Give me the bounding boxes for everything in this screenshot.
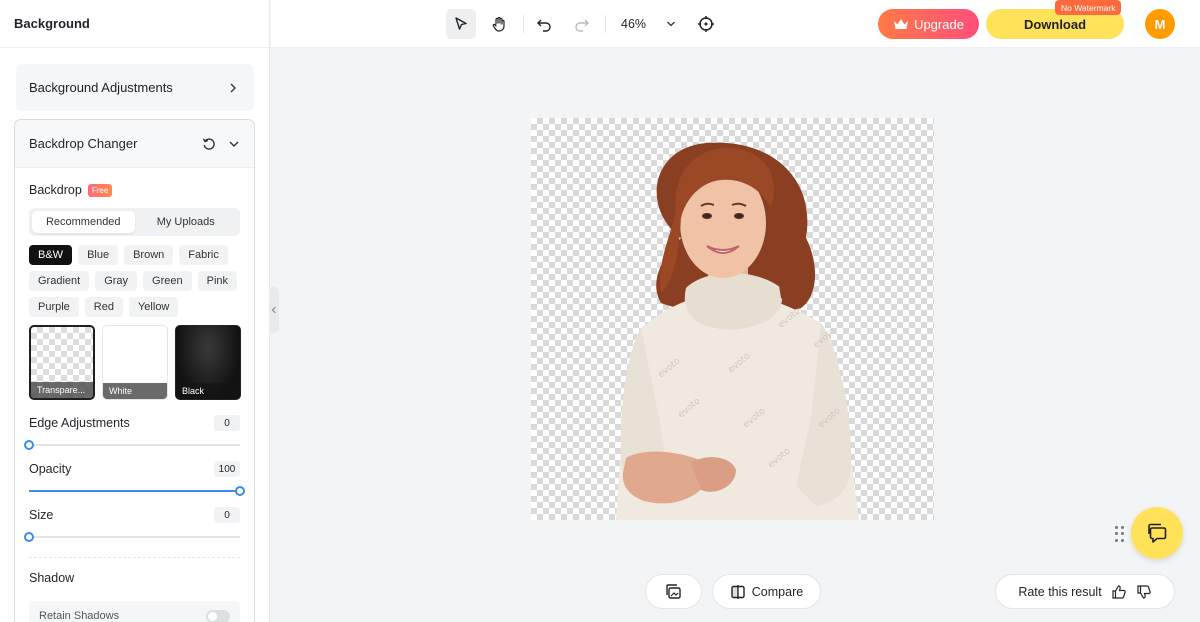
slider-track[interactable] [24, 440, 240, 450]
size-slider: Size 0 [24, 507, 240, 542]
backdrop-swatches: Transpare... White Black [29, 325, 241, 400]
thumbs-up-icon[interactable] [1111, 584, 1127, 600]
swatch-label: Black [176, 383, 240, 399]
cursor-icon [455, 17, 467, 30]
backdrop-changer-panel: Backdrop Changer Backdrop Free Recommend… [14, 119, 255, 622]
swatch-label: White [103, 383, 167, 399]
redo-button[interactable] [567, 9, 597, 39]
image-swap-icon [665, 583, 681, 599]
replace-image-button[interactable] [645, 574, 702, 609]
opacity-label: Opacity [29, 462, 72, 476]
chip-blue[interactable]: Blue [78, 245, 119, 265]
crosshair-icon [698, 16, 714, 32]
free-badge: Free [87, 183, 113, 197]
undo-icon [537, 19, 551, 32]
chip-gradient[interactable]: Gradient [29, 271, 90, 291]
backdrop-label-text: Backdrop [29, 183, 82, 197]
image-canvas[interactable]: evoto evoto evoto evoto evoto evoto evot… [531, 118, 934, 520]
retain-shadows-toggle[interactable] [206, 609, 230, 622]
swatch-transparent[interactable]: Transpare... [29, 325, 95, 400]
chip-brown[interactable]: Brown [124, 245, 174, 265]
feedback-chat-button[interactable] [1131, 507, 1183, 559]
chat-icon [1148, 523, 1167, 543]
backdrop-changer-title: Backdrop Changer [29, 136, 138, 151]
compare-icon [731, 584, 745, 599]
top-toolbar: 46% Upgrade Download No Watermark M [271, 0, 1200, 48]
chip-fabric[interactable]: Fabric [179, 245, 228, 265]
swatch-label: Transpare... [31, 382, 93, 398]
edge-adjustments-label: Edge Adjustments [29, 416, 130, 430]
subject-image: evoto evoto evoto evoto evoto evoto evot… [616, 142, 859, 520]
chip-green[interactable]: Green [143, 271, 192, 291]
size-label: Size [29, 508, 54, 522]
background-adjustments-row[interactable]: Background Adjustments [16, 64, 254, 111]
hand-icon [492, 16, 505, 32]
edge-adjustments-slider: Edge Adjustments 0 [24, 415, 240, 450]
backdrop-source-tabs: Recommended My Uploads [29, 208, 240, 236]
hand-tool-button[interactable] [484, 9, 514, 39]
sidebar-title: Background [0, 0, 269, 48]
opacity-value-input[interactable]: 100 [214, 461, 240, 477]
size-value-input[interactable]: 0 [214, 507, 240, 523]
collapse-sidebar-handle[interactable] [269, 287, 279, 333]
chip-pink[interactable]: Pink [197, 271, 238, 291]
reset-icon[interactable] [202, 137, 216, 151]
chip-purple[interactable]: Purple [29, 297, 79, 317]
chip-gray[interactable]: Gray [95, 271, 138, 291]
crown-icon [894, 19, 909, 29]
rate-result-bar: Rate this result [995, 574, 1175, 609]
backdrop-changer-header[interactable]: Backdrop Changer [15, 120, 254, 168]
zoom-control[interactable]: 46% [621, 0, 676, 48]
compare-label: Compare [751, 584, 804, 599]
undo-button[interactable] [529, 9, 559, 39]
shadow-label: Shadow [29, 571, 75, 585]
upgrade-label: Upgrade [914, 16, 964, 32]
chevron-down-icon [667, 21, 675, 27]
toolbar-divider [523, 15, 524, 33]
tab-my-uploads[interactable]: My Uploads [135, 211, 238, 233]
toolbar-divider [605, 15, 606, 33]
chip-bw[interactable]: B&W [29, 245, 73, 265]
retain-shadows-row[interactable]: Retain Shadows [29, 601, 240, 622]
opacity-slider: Opacity 100 [29, 461, 245, 496]
chip-red[interactable]: Red [84, 297, 123, 317]
background-adjustments-label: Background Adjustments [29, 80, 173, 95]
select-tool-button[interactable] [446, 9, 476, 39]
chip-yellow[interactable]: Yellow [128, 297, 179, 317]
avatar[interactable]: M [1145, 9, 1175, 39]
compare-button[interactable]: Compare [712, 574, 821, 609]
slider-track[interactable] [24, 532, 240, 542]
tab-recommended[interactable]: Recommended [32, 211, 135, 233]
divider [29, 557, 240, 558]
fit-to-screen-button[interactable] [691, 9, 721, 39]
rate-label: Rate this result [1018, 584, 1102, 599]
upgrade-button[interactable]: Upgrade [878, 9, 979, 39]
category-chips: B&W Blue Brown Fabric Gradient Gray Gree… [29, 245, 244, 317]
left-sidebar: Background Background Adjustments Backdr… [0, 0, 270, 622]
swatch-white[interactable]: White [102, 325, 168, 400]
slider-thumb[interactable] [24, 440, 34, 450]
chevron-right-icon [226, 81, 240, 95]
edge-value-input[interactable]: 0 [214, 415, 240, 431]
chevron-left-icon [271, 306, 276, 314]
swatch-black[interactable]: Black [175, 325, 241, 400]
redo-icon [575, 19, 589, 32]
chevron-down-icon[interactable] [228, 138, 240, 150]
slider-thumb[interactable] [24, 532, 34, 542]
no-watermark-badge: No Watermark [1055, 0, 1122, 15]
retain-shadows-label: Retain Shadows [39, 610, 120, 622]
slider-thumb[interactable] [235, 486, 245, 496]
thumbs-down-icon[interactable] [1136, 584, 1152, 600]
slider-fill [29, 490, 240, 492]
slider-track[interactable] [29, 486, 245, 496]
drag-grip-icon[interactable] [1115, 526, 1125, 542]
zoom-level: 46% [621, 17, 647, 31]
backdrop-label: Backdrop Free [29, 183, 113, 197]
